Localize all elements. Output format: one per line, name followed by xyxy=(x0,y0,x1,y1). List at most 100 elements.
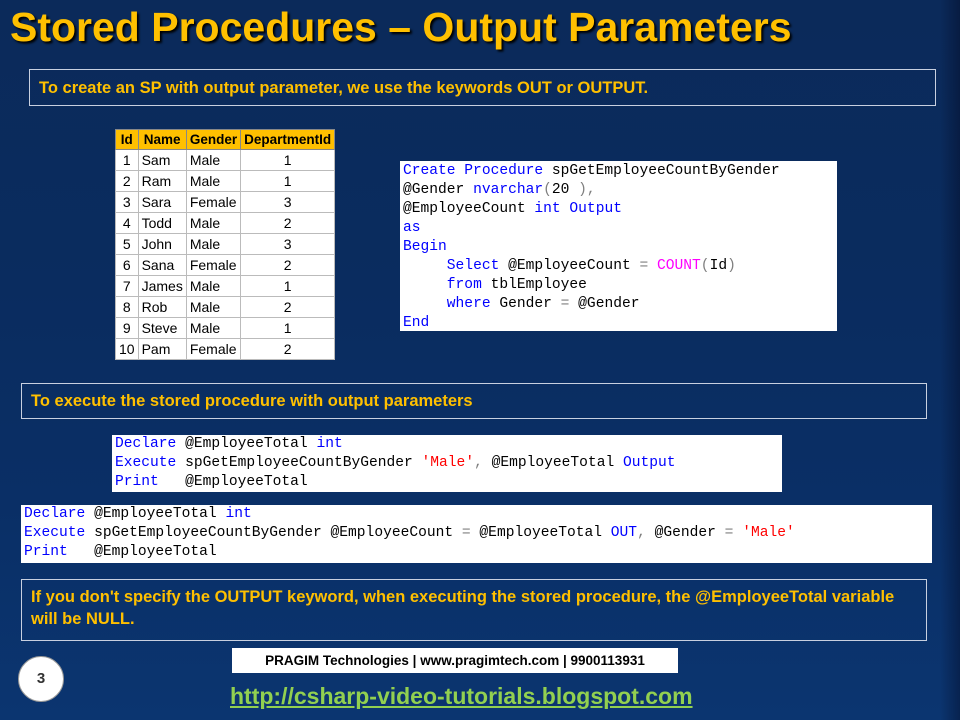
code-token: @EmployeeTotal xyxy=(67,544,217,560)
code-line: Execute spGetEmployeeCountByGender @Empl… xyxy=(24,524,929,543)
code-token: nvarchar xyxy=(473,182,544,198)
blog-link[interactable]: http://csharp-video-tutorials.blogspot.c… xyxy=(230,683,730,710)
table-cell: 1 xyxy=(240,149,336,171)
table-cell: 2 xyxy=(240,212,336,234)
table-row: 10 Pam Female 2 xyxy=(115,338,336,360)
slide-edge-shadow xyxy=(940,0,960,720)
table-cell: John xyxy=(137,233,187,255)
table-row: 9 Steve Male 1 xyxy=(115,317,336,339)
table-cell: 1 xyxy=(240,317,336,339)
table-cell: 1 xyxy=(240,275,336,297)
code-token: Begin xyxy=(403,239,447,255)
code-token: int xyxy=(534,201,561,217)
table-cell: 10 xyxy=(115,338,139,360)
code-token: 'Male' xyxy=(421,455,475,471)
code-token: @EmployeeTotal xyxy=(158,474,308,490)
code-token: = xyxy=(461,525,471,541)
code-token: OUT xyxy=(610,525,638,541)
table-cell: 2 xyxy=(115,170,139,192)
table-row: 4 Todd Male 2 xyxy=(115,212,336,234)
code-token: ) xyxy=(727,258,736,274)
column-header: Gender xyxy=(185,129,242,150)
note-null-warning: If you don't specify the OUTPUT keyword,… xyxy=(21,579,927,641)
code-token: @EmployeeTotal xyxy=(482,455,623,471)
table-cell: Female xyxy=(185,338,242,360)
code-token: Declare xyxy=(115,436,177,452)
note-execute-sp-text: To execute the stored procedure with out… xyxy=(31,392,473,410)
code-token: spGetEmployeeCountByGender xyxy=(176,455,422,471)
footer-banner: PRAGIM Technologies | www.pragimtech.com… xyxy=(232,648,678,673)
table-cell: 4 xyxy=(115,212,139,234)
code-token: Select xyxy=(446,258,500,274)
table-cell: Sara xyxy=(137,191,187,213)
code-token: Create Procedure xyxy=(403,163,544,179)
note-null-warning-text: If you don't specify the OUTPUT keyword,… xyxy=(31,588,895,628)
table-cell: 7 xyxy=(115,275,139,297)
page-number: 3 xyxy=(36,670,46,687)
table-cell: 3 xyxy=(240,233,336,255)
code-token: from xyxy=(446,277,482,293)
code-token: @EmployeeTotal xyxy=(85,506,226,522)
table-cell: Male xyxy=(185,149,242,171)
table-cell: 5 xyxy=(115,233,139,255)
table-row: 5 John Male 3 xyxy=(115,233,336,255)
table-cell: 2 xyxy=(240,254,336,276)
code-line: from tblEmployee xyxy=(403,276,834,295)
code-line: Execute spGetEmployeeCountByGender 'Male… xyxy=(115,454,779,473)
table-cell: Ram xyxy=(137,170,187,192)
code-execute-positional: Declare @EmployeeTotal int Execute spGetE… xyxy=(112,435,782,492)
code-token: spGetEmployeeCountByGender @EmployeeCoun… xyxy=(85,525,462,541)
note-create-sp-text: To create an SP with output parameter, w… xyxy=(39,79,649,97)
table-row: 2 Ram Male 1 xyxy=(115,170,336,192)
table-cell: 8 xyxy=(115,296,139,318)
code-token: @EmployeeCount xyxy=(499,258,640,274)
code-line: where Gender = @Gender xyxy=(403,295,834,314)
table-cell: 1 xyxy=(240,170,336,192)
table-cell: Pam xyxy=(137,338,187,360)
code-token: = xyxy=(639,258,649,274)
code-token: ( xyxy=(700,258,710,274)
code-token: @EmployeeTotal xyxy=(176,436,317,452)
code-line: @EmployeeCount int Output xyxy=(403,200,834,219)
code-line: Begin xyxy=(403,238,834,257)
code-token: Execute xyxy=(24,525,86,541)
code-token: tblEmployee xyxy=(481,277,587,293)
code-line: as xyxy=(403,219,834,238)
table-cell: Male xyxy=(185,296,242,318)
code-line: Create Procedure spGetEmployeeCountByGen… xyxy=(403,162,834,181)
table-cell: 3 xyxy=(240,191,336,213)
column-header: Id xyxy=(115,129,139,150)
table-cell: 9 xyxy=(115,317,139,339)
table-cell: 2 xyxy=(240,338,336,360)
code-token: , xyxy=(637,525,646,541)
code-line: Select @EmployeeCount = COUNT(Id) xyxy=(403,257,834,276)
table-cell: Sana xyxy=(137,254,187,276)
code-token: Output xyxy=(622,455,676,471)
table-cell: Steve xyxy=(137,317,187,339)
table-cell: James xyxy=(137,275,187,297)
code-token: , xyxy=(474,455,483,471)
code-token: Execute xyxy=(115,455,177,471)
code-token: spGetEmployeeCountByGender xyxy=(543,163,780,179)
code-token: 20 xyxy=(551,182,570,198)
code-token: where xyxy=(446,296,491,312)
table-row: 7 James Male 1 xyxy=(115,275,336,297)
code-line: @Gender nvarchar(20 ), xyxy=(403,181,834,200)
code-create-procedure: Create Procedure spGetEmployeeCountByGen… xyxy=(400,161,837,331)
code-token: End xyxy=(403,315,430,331)
footer-text: PRAGIM Technologies | www.pragimtech.com… xyxy=(265,653,645,668)
table-cell: 1 xyxy=(115,149,139,171)
code-token: @Gender xyxy=(403,182,474,198)
table-cell: Male xyxy=(185,233,242,255)
code-token: @Gender xyxy=(645,525,725,541)
table-cell: Female xyxy=(185,254,242,276)
code-line: End xyxy=(403,314,834,333)
table-row: 8 Rob Male 2 xyxy=(115,296,336,318)
code-token: ), xyxy=(569,182,596,198)
table-cell: Male xyxy=(185,170,242,192)
